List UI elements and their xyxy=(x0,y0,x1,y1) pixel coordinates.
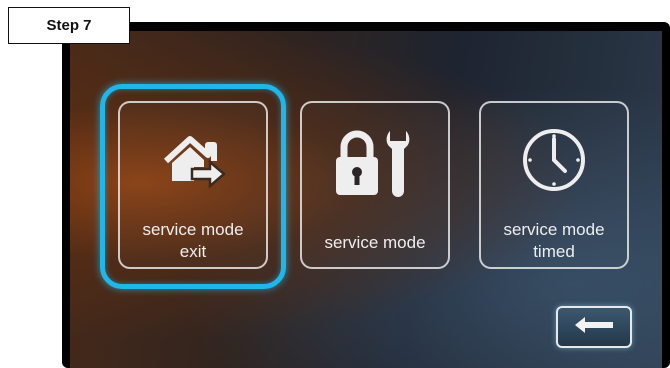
lock-wrench-icon xyxy=(302,127,448,199)
service-mode-exit-button[interactable]: service mode exit xyxy=(118,101,268,269)
service-mode-timed-label: service mode timed xyxy=(503,220,605,261)
clock-icon xyxy=(481,125,627,195)
back-button[interactable] xyxy=(556,306,632,348)
step-label: Step 7 xyxy=(8,7,130,44)
back-arrow-icon xyxy=(571,315,617,340)
service-mode-button[interactable]: service mode xyxy=(300,101,450,269)
service-mode-label: service mode xyxy=(324,233,426,252)
service-mode-timed-button[interactable]: service mode timed xyxy=(479,101,629,269)
home-exit-icon xyxy=(120,131,266,191)
service-mode-exit-label: service mode exit xyxy=(142,220,244,261)
